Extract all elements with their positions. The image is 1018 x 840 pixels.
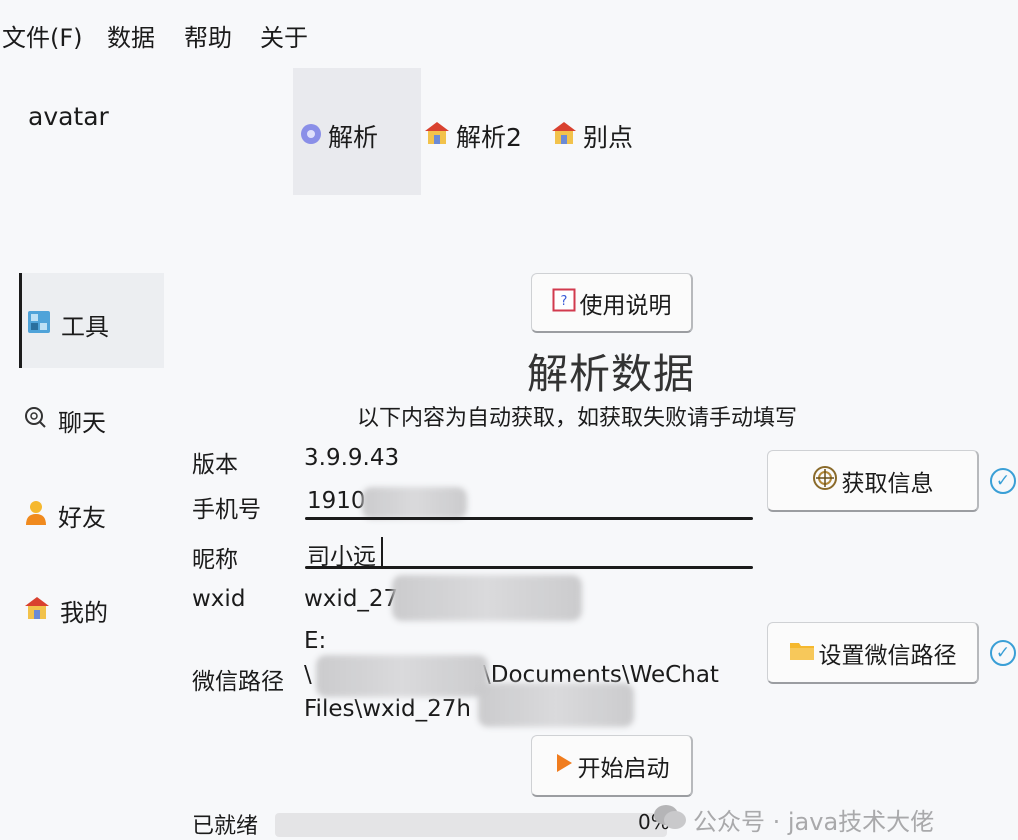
watermark-text: 公众号 · java技术大佬 [693,808,935,836]
house-icon [24,596,50,626]
sidebar-item-mine[interactable]: 我的 [24,593,108,628]
start-button-label: 开始启动 [577,755,670,782]
page-subtitle: 以下内容为自动获取，如获取失败请手动填写 [357,406,798,431]
fingerprint-icon [812,465,838,497]
wechat-path-line3: Files\wxid_27h [304,696,471,722]
nickname-label: 昵称 [192,547,238,573]
sidebar-item-chat[interactable]: 聊天 [24,403,106,438]
menu-data[interactable]: 数据 [107,18,155,53]
redaction-blur [316,655,488,697]
check-circle-icon: ✓ [990,640,1016,666]
version-value: 3.9.9.43 [304,445,400,471]
set-path-button-label: 设置微信路径 [818,642,957,669]
text-cursor [381,537,383,567]
wechat-path-line2: \ [304,662,312,688]
sidebar-item-label: 工具 [61,313,109,341]
play-icon [554,752,574,780]
wxid-label: wxid [192,586,246,612]
menu-about[interactable]: 关于 [260,18,308,53]
menu-help[interactable]: 帮助 [184,18,232,53]
house-icon [551,121,577,151]
chat-icon [24,406,48,436]
tab-label: 别点 [583,123,634,152]
wechat-icon [653,803,687,837]
avatar[interactable]: avatar [28,102,109,131]
check-circle-icon: ✓ [990,468,1016,494]
tab-parse2[interactable]: 解析2 [424,118,522,154]
disc-icon [300,122,322,151]
menu-file[interactable]: 文件(F) [2,18,83,53]
set-wechat-path-button[interactable]: 设置微信路径 [767,622,979,684]
wxid-value: wxid_27 [304,586,399,612]
question-icon: ? [552,288,576,318]
svg-text:?: ? [560,294,567,309]
help-button-label: 使用说明 [579,292,672,319]
version-label: 版本 [192,452,238,478]
progress-bar [275,813,667,837]
status-text: 已就绪 [192,814,259,839]
sidebar-item-tools[interactable]: 工具 [27,307,109,342]
wechat-path-label: 微信路径 [192,669,284,695]
tool-icon [27,310,51,340]
sidebar-item-friends[interactable]: 好友 [24,498,106,533]
folder-icon [789,639,815,667]
phone-field-underline [305,517,753,520]
sidebar-item-label: 我的 [60,599,108,627]
page-title: 解析数据 [527,350,695,398]
start-button[interactable]: 开始启动 [531,735,693,797]
tab-label: 解析 [328,123,379,152]
sidebar-item-label: 好友 [58,504,106,532]
house-icon [424,121,450,151]
nickname-field-underline [305,566,753,569]
phone-field[interactable]: 1910 [307,488,366,514]
phone-label: 手机号 [192,497,261,523]
wechat-path-line1: E: [304,628,327,654]
tab-dont-click[interactable]: 别点 [551,118,633,154]
get-info-button[interactable]: 获取信息 [767,450,979,512]
tab-parse[interactable]: 解析 [300,118,378,154]
person-icon [24,500,48,532]
menu-bar: 文件(F) 数据 帮助 关于 [0,0,1018,66]
get-info-button-label: 获取信息 [841,470,934,497]
redaction-blur [362,487,467,519]
sidebar-item-label: 聊天 [58,409,106,437]
nav-active-indicator [19,273,22,368]
help-button[interactable]: ? 使用说明 [531,273,693,333]
watermark: 公众号 · java技术大佬 [653,802,934,837]
tab-label: 解析2 [456,123,522,152]
redaction-blur [392,575,582,621]
redaction-blur [478,683,634,727]
